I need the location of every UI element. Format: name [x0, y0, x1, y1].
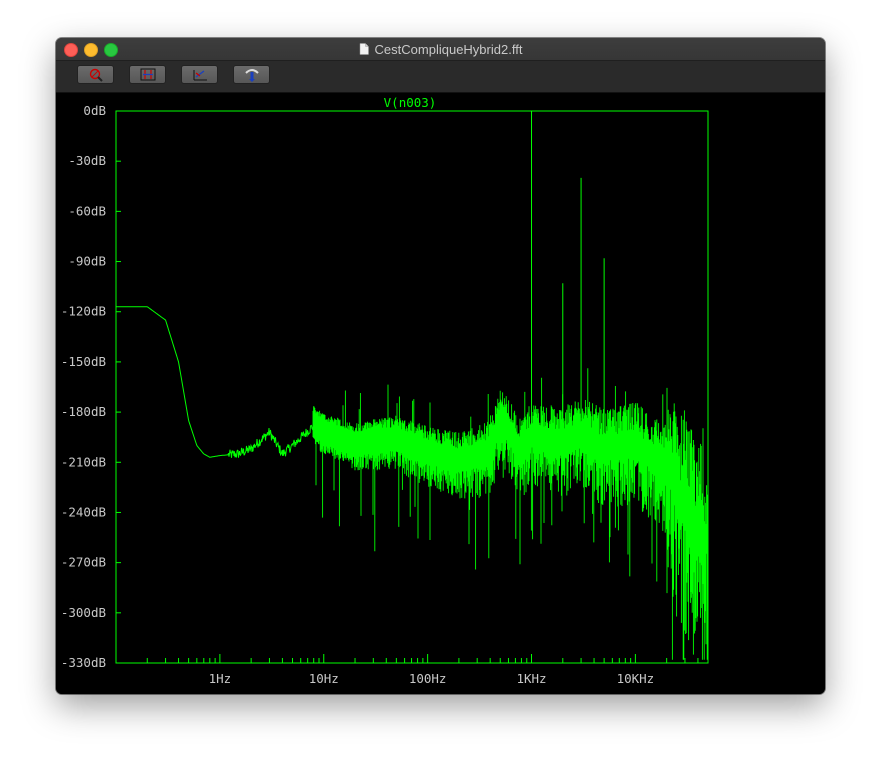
trace-low-freq	[116, 306, 314, 458]
autorange-button[interactable]	[129, 65, 166, 84]
x-tick-label: 100Hz	[409, 671, 447, 686]
autorange-icon	[140, 68, 155, 81]
y-tick-label: -120dB	[61, 304, 106, 319]
zoom-icon	[89, 68, 103, 82]
y-tick-label: -150dB	[61, 354, 106, 369]
y-tick-label: -300dB	[61, 605, 106, 620]
trace-group	[116, 111, 709, 660]
y-tick-label: -330dB	[61, 655, 106, 670]
y-axis: 0dB -30dB -60dB -90dB -120dB -150dB -180dB -210…	[61, 103, 121, 670]
y-tick-label: -30dB	[68, 153, 106, 168]
y-tick-label: -270dB	[61, 555, 106, 570]
toolbar	[56, 61, 825, 93]
y-tick-label: -240dB	[61, 504, 106, 519]
x-tick-label: 10KHz	[617, 671, 655, 686]
plot-frame	[115, 110, 709, 664]
chart-title: V(n003)	[384, 95, 437, 110]
document-icon	[359, 43, 369, 55]
x-axis: 1Hz 10Hz 100Hz 1KHz 10KHz	[115, 654, 709, 686]
x-tick-label: 1KHz	[516, 671, 546, 686]
y-tick-label: 0dB	[83, 103, 106, 118]
y-tick-label: -90dB	[68, 254, 106, 269]
marker-icon	[244, 69, 259, 82]
y-tick-label: -60dB	[68, 203, 106, 218]
marker-button[interactable]	[233, 65, 270, 84]
pan-icon	[193, 70, 207, 81]
y-tick-label: -180dB	[61, 404, 106, 419]
trace-noise	[312, 368, 709, 660]
window-title-wrap: CestCompliqueHybrid2.fft	[56, 38, 825, 60]
x-tick-label: 10Hz	[309, 671, 339, 686]
fft-plot[interactable]: V(n003) 0dB -30dB -60dB -90dB -120dB -150dB -1…	[56, 93, 825, 694]
zoom-button[interactable]	[77, 65, 114, 84]
window-title: CestCompliqueHybrid2.fft	[374, 41, 523, 57]
title-bar: CestCompliqueHybrid2.fft	[56, 38, 825, 61]
plot-area[interactable]: V(n003) 0dB -30dB -60dB -90dB -120dB -150dB -1…	[56, 93, 825, 694]
app-window: CestCompliqueHybrid2.fft V(n003) 0dB -30…	[56, 38, 825, 694]
x-tick-label: 1Hz	[209, 671, 232, 686]
pan-button[interactable]	[181, 65, 218, 84]
y-tick-label: -210dB	[61, 454, 106, 469]
